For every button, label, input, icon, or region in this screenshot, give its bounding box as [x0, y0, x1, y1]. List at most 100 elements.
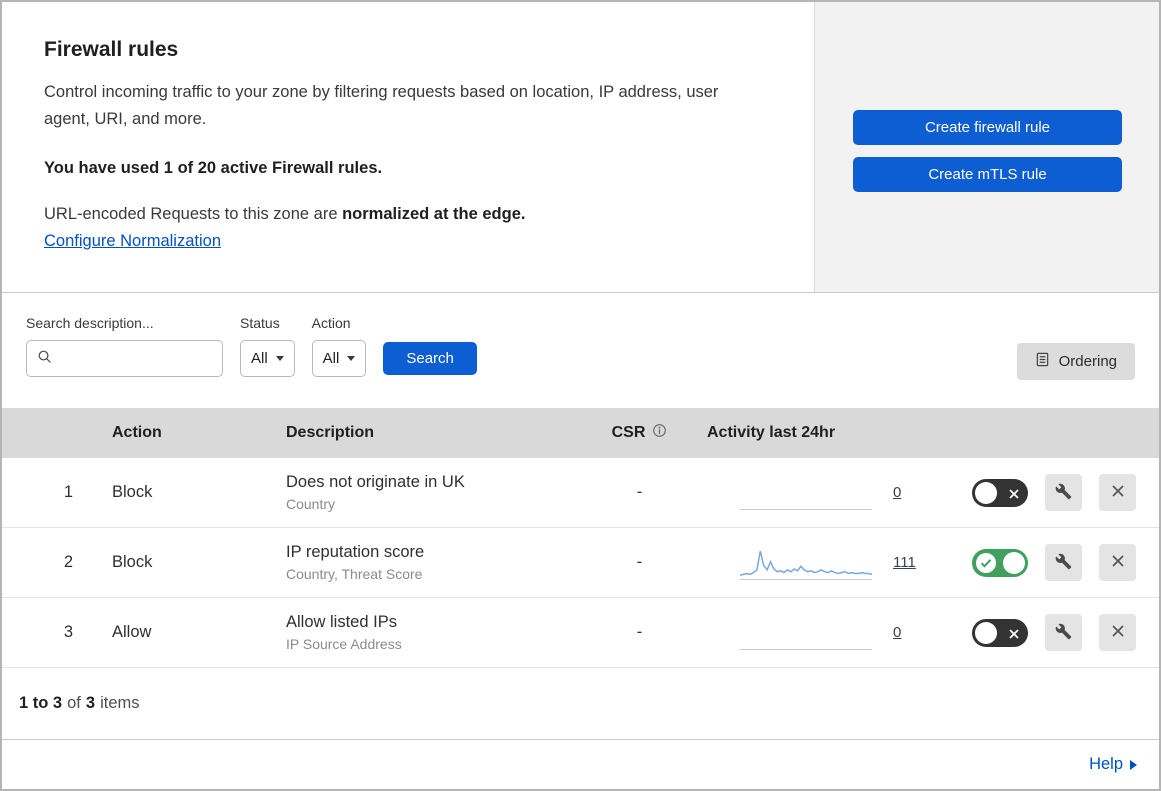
help-link[interactable]: Help	[1089, 755, 1137, 774]
configure-normalization-link[interactable]: Configure Normalization	[44, 232, 221, 250]
pagination-total: 3	[85, 694, 96, 712]
pagination-of: of	[67, 694, 81, 712]
header-actions-panel: Create firewall rule Create mTLS rule	[814, 2, 1159, 292]
status-selected-value: All	[251, 350, 268, 367]
close-icon	[1111, 624, 1125, 641]
edit-rule-button[interactable]	[1045, 614, 1082, 651]
delete-rule-button[interactable]	[1099, 544, 1136, 581]
filter-row: Search description... Status All Action	[26, 315, 1135, 377]
page-title: Firewall rules	[44, 38, 179, 61]
rule-activity-cell: 111	[692, 546, 972, 580]
normalization-text: URL-encoded Requests to this zone are	[44, 205, 343, 224]
action-filter-group: Action All	[311, 315, 367, 377]
wrench-icon	[1055, 483, 1072, 503]
activity-count-link[interactable]: 0	[893, 484, 901, 501]
rule-enabled-toggle[interactable]	[972, 618, 1028, 647]
search-button[interactable]: Search	[383, 342, 477, 375]
rule-description-cell: IP reputation score Country, Threat Scor…	[267, 543, 587, 582]
toggle-knob	[1003, 551, 1025, 574]
delete-rule-button[interactable]	[1099, 474, 1136, 511]
filter-bar: Search description... Status All Action	[2, 293, 1159, 408]
pagination-items: items	[100, 694, 140, 712]
csr-header-label: CSR	[611, 424, 646, 441]
action-column-header: Action	[112, 424, 162, 441]
rule-fields: Country, Threat Score	[286, 566, 423, 582]
toggle-x-icon	[1008, 487, 1020, 505]
chevron-down-icon	[275, 356, 284, 361]
toggle-x-icon	[1008, 627, 1020, 645]
rule-priority: 1	[63, 483, 73, 501]
page-description: Control incoming traffic to your zone by…	[44, 83, 719, 128]
activity-sparkline-empty	[740, 616, 872, 650]
close-icon	[1111, 554, 1125, 571]
help-link-label: Help	[1089, 755, 1123, 773]
delete-rule-button[interactable]	[1099, 614, 1136, 651]
rule-controls	[972, 544, 1159, 581]
wrench-icon	[1055, 553, 1072, 573]
activity-sparkline	[740, 546, 872, 580]
rule-activity-cell: 0	[692, 616, 972, 650]
status-label: Status	[240, 315, 280, 331]
table-header: Action Description CSR Activity last 24h…	[2, 408, 1159, 458]
rule-csr-value: -	[636, 553, 643, 571]
rule-priority: 2	[63, 553, 73, 571]
create-firewall-rule-button[interactable]: Create firewall rule	[853, 110, 1122, 145]
action-selected-value: All	[322, 350, 340, 367]
csr-column-header: CSR	[587, 423, 692, 443]
edit-rule-button[interactable]	[1045, 474, 1082, 511]
ordering-button-label: Ordering	[1058, 353, 1117, 370]
rule-description: IP reputation score	[286, 543, 425, 561]
wrench-icon	[1055, 623, 1072, 643]
search-label: Search description...	[26, 315, 154, 331]
rule-fields: Country	[286, 496, 336, 512]
table-row: 1 Block Does not originate in UK Country…	[2, 458, 1159, 528]
rule-action: Block	[112, 483, 153, 501]
rule-enabled-toggle[interactable]	[972, 548, 1028, 578]
table-row: 3 Allow Allow listed IPs IP Source Addre…	[2, 598, 1159, 668]
search-group: Search description...	[26, 315, 223, 377]
pagination-range: 1 to 3	[19, 694, 63, 712]
ordering-icon	[1035, 352, 1050, 371]
edit-rule-button[interactable]	[1045, 544, 1082, 581]
rule-description: Allow listed IPs	[286, 613, 397, 631]
header-text-block: Firewall rules Control incoming traffic …	[2, 2, 814, 292]
toggle-check-icon	[976, 552, 996, 578]
rule-priority: 3	[63, 623, 73, 641]
table-footer: 1 to 3 of 3 items	[2, 668, 1159, 740]
toggle-knob	[975, 621, 997, 644]
search-description-input[interactable]	[59, 349, 212, 368]
normalization-note: URL-encoded Requests to this zone are no…	[44, 205, 774, 224]
help-arrow-icon	[1130, 759, 1137, 770]
search-box	[26, 340, 223, 377]
close-icon	[1111, 484, 1125, 501]
status-filter-group: Status All	[240, 315, 295, 377]
action-label: Action	[311, 315, 351, 331]
rule-description-cell: Allow listed IPs IP Source Address	[267, 613, 587, 652]
action-select[interactable]: All	[311, 340, 367, 377]
rule-controls	[972, 614, 1159, 651]
table-row: 2 Block IP reputation score Country, Thr…	[2, 528, 1159, 598]
rule-fields: IP Source Address	[286, 636, 402, 652]
rule-csr-value: -	[636, 623, 643, 641]
chevron-down-icon	[347, 356, 356, 361]
toggle-knob	[975, 481, 997, 504]
rule-enabled-toggle[interactable]	[972, 478, 1028, 507]
normalization-bold: normalized at the edge.	[342, 205, 526, 224]
rule-controls	[972, 474, 1159, 511]
activity-column-header: Activity last 24hr	[707, 424, 836, 441]
firewall-rules-page: Firewall rules Control incoming traffic …	[0, 0, 1161, 791]
create-mtls-rule-button[interactable]: Create mTLS rule	[853, 157, 1122, 192]
rule-action: Block	[112, 553, 153, 571]
ordering-button[interactable]: Ordering	[1016, 343, 1135, 380]
rule-description: Does not originate in UK	[286, 473, 465, 491]
rule-action: Allow	[112, 623, 152, 641]
description-column-header: Description	[286, 424, 375, 441]
help-bar: Help	[2, 740, 1159, 789]
search-icon	[37, 349, 52, 369]
rule-description-cell: Does not originate in UK Country	[267, 473, 587, 512]
activity-count-link[interactable]: 0	[893, 624, 901, 641]
status-select[interactable]: All	[240, 340, 295, 377]
info-icon[interactable]	[652, 423, 667, 443]
rule-csr-value: -	[636, 483, 643, 501]
activity-count-link[interactable]: 111	[893, 554, 916, 571]
